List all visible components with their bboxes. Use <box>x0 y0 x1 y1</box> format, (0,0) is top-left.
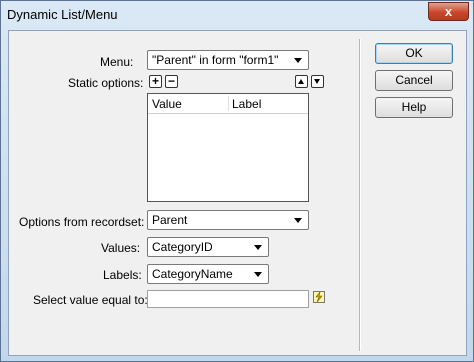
lightning-bolt-icon <box>315 292 323 302</box>
vertical-separator <box>359 39 361 351</box>
title-bar[interactable]: Dynamic List/Menu x <box>1 1 473 29</box>
values-label: Values: <box>101 241 141 255</box>
recordset-select[interactable]: Parent <box>147 210 309 230</box>
static-options-list[interactable]: Value Label <box>147 93 309 202</box>
ok-button[interactable]: OK <box>375 43 453 64</box>
labels-select[interactable]: CategoryName <box>147 264 269 284</box>
recordset-select-value: Parent <box>152 213 188 227</box>
close-icon: x <box>444 4 453 19</box>
move-up-button[interactable] <box>295 75 308 88</box>
static-options-label: Static options: <box>68 76 144 90</box>
menu-select-value: "Parent" in form "form1" <box>152 53 279 67</box>
dynamic-data-button[interactable] <box>313 291 325 303</box>
select-value-input[interactable] <box>147 290 309 308</box>
labels-select-value: CategoryName <box>152 267 233 281</box>
chevron-down-icon <box>294 218 302 223</box>
recordset-label: Options from recordset: <box>19 215 145 229</box>
values-select-value: CategoryID <box>152 240 213 254</box>
dialog-window: Dynamic List/Menu x Menu: "Parent" in fo… <box>0 0 474 362</box>
arrow-down-icon <box>314 79 320 84</box>
menu-select[interactable]: "Parent" in form "form1" <box>147 50 309 70</box>
list-header: Value Label <box>148 94 308 114</box>
close-button[interactable]: x <box>428 2 469 21</box>
remove-option-button[interactable]: − <box>165 75 178 88</box>
values-select[interactable]: CategoryID <box>147 237 269 257</box>
select-value-label: Select value equal to: <box>33 293 148 307</box>
window-title: Dynamic List/Menu <box>7 7 118 22</box>
minus-icon: − <box>167 74 175 88</box>
move-down-button[interactable] <box>311 75 324 88</box>
chevron-down-icon <box>294 58 302 63</box>
chevron-down-icon <box>254 272 262 277</box>
labels-label: Labels: <box>103 268 142 282</box>
arrow-up-icon <box>298 79 304 84</box>
menu-label: Menu: <box>100 55 134 69</box>
label-column-header[interactable]: Label <box>232 97 261 111</box>
plus-icon: + <box>151 74 159 88</box>
column-divider <box>228 96 229 111</box>
chevron-down-icon <box>254 245 262 250</box>
add-option-button[interactable]: + <box>149 75 162 88</box>
value-column-header[interactable]: Value <box>152 97 182 111</box>
cancel-button[interactable]: Cancel <box>375 70 453 91</box>
dialog-body: Menu: "Parent" in form "form1" Static op… <box>8 30 467 356</box>
help-button[interactable]: Help <box>375 97 453 118</box>
